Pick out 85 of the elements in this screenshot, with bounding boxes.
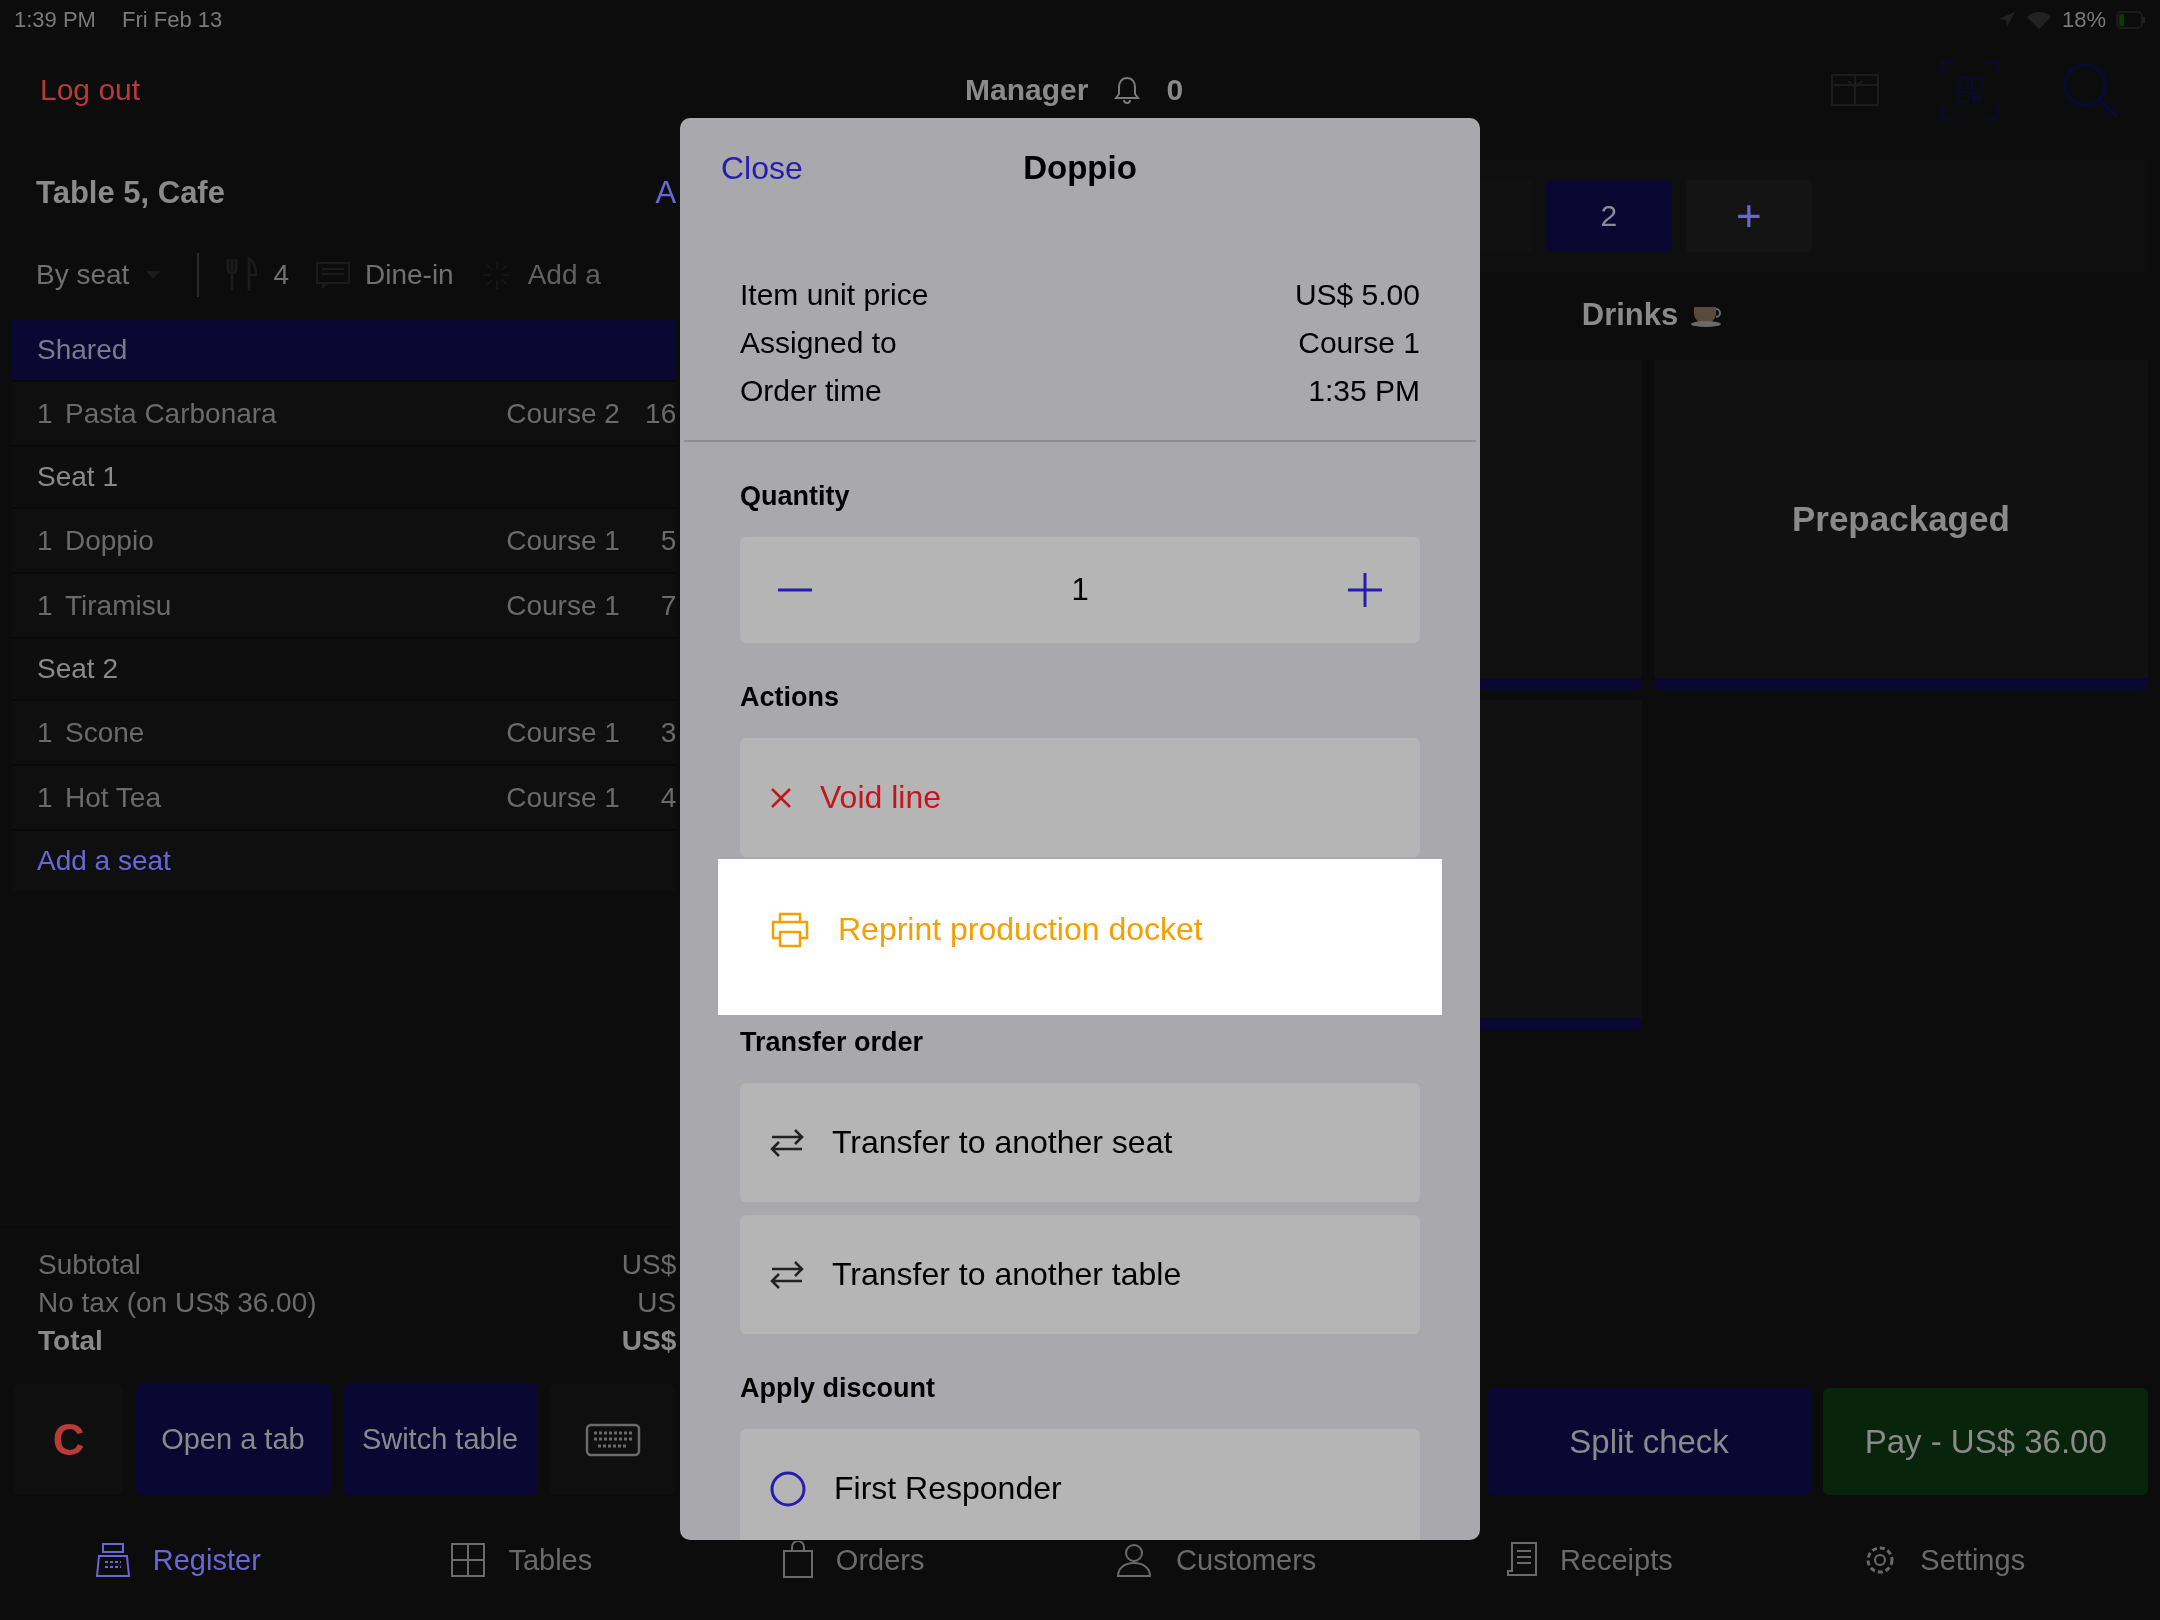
status-date: Fri Feb 13 [121,7,223,33]
detail-label: Item unit price [740,277,929,313]
item-name[interactable]: Pasta Carbonara [65,397,507,430]
action-item[interactable]: Transfer to another seat [740,1083,1420,1202]
total-value: US [637,1286,677,1320]
section-title: Actions [740,682,840,712]
dialog-title: Doppio [1023,149,1137,187]
notification-count: 0 [1166,73,1184,107]
logout-link[interactable]: Log out [40,73,141,107]
tab-bar-item[interactable]: Receipts [1505,1541,1673,1579]
item-course: Course 2 [506,397,621,430]
item-quantity: 1 [37,781,54,814]
item-quantity: 1 [37,397,54,430]
grid-icon [450,1542,487,1578]
add-option[interactable]: Add a [527,259,601,291]
action-item[interactable]: Transfer to another table [740,1215,1420,1334]
seat-header[interactable]: Shared [12,320,677,382]
item-course: Course 1 [506,781,621,814]
tab-bar-item[interactable]: Orders [781,1541,925,1579]
seat-tab[interactable]: 2 [1545,180,1672,252]
order-button[interactable]: Open a tab [135,1384,331,1495]
tab-bar-item[interactable]: Tables [450,1542,593,1578]
item-name[interactable]: Scone [65,716,507,749]
dining-option[interactable]: Dine-in [364,259,454,291]
item-price: 16 [644,397,677,430]
keyboard-icon [584,1422,641,1457]
receipt-icon [1505,1541,1538,1579]
add-seat-tab[interactable]: + [1685,180,1812,252]
item-quantity: 1 [37,716,54,749]
guest-count[interactable]: 4 [273,259,289,291]
checkout-button[interactable]: Split check [1486,1388,1812,1495]
checkout-button[interactable]: Pay - US$ 36.00 [1823,1388,2148,1495]
detail-label: Order time [740,373,882,409]
item-price: 5 [659,524,677,557]
status-time: 1:39 PM [14,7,96,33]
battery-icon [2116,11,2146,29]
swap-arrows-icon [770,1259,804,1290]
section-title: Quantity [740,481,851,511]
total-label: Subtotal [38,1248,141,1282]
menu-tile[interactable]: Prepackaged [1653,360,2148,690]
detail-label: Assigned to [740,325,897,361]
printer-icon [770,911,810,948]
item-price: 7 [659,589,677,622]
item-quantity: 1 [37,524,54,557]
section-title: Apply discount [740,1373,936,1403]
action-item[interactable]: First Responder [740,1429,1420,1540]
item-name[interactable]: Tiramisu [65,589,507,622]
item-course: Course 1 [506,524,621,557]
item-course: Course 1 [506,716,621,749]
quantity-value: 1 [1071,572,1089,608]
swap-arrows-icon [770,1127,804,1158]
quantity-stepper[interactable]: 1 [740,537,1420,643]
action-item[interactable]: Void line [740,738,1420,857]
detail-value: US$ 5.00 [1294,277,1420,313]
section-title: Transfer order [740,1027,925,1057]
cash-register-icon [94,1542,131,1578]
category-title: Drinks [1581,297,1679,333]
bag-icon [781,1541,814,1579]
item-name[interactable]: Hot Tea [65,781,507,814]
radio-button[interactable] [770,1470,806,1507]
total-value: US$ [621,1324,677,1358]
close-button[interactable]: Close [721,149,803,187]
title-link[interactable]: A [655,174,677,211]
order-title: Table 5, Cafe [36,174,225,211]
item-course: Course 1 [506,589,621,622]
total-label: Total [38,1324,103,1358]
detail-value: Course 1 [1298,325,1420,361]
bell-icon[interactable] [1114,76,1141,104]
tab-bar-item[interactable]: Register [94,1542,261,1578]
item-quantity: 1 [37,589,54,622]
close-icon [770,786,792,809]
view-mode-dropdown[interactable]: By seat [36,259,172,291]
total-label: No tax (on US$ 36.00) [38,1286,317,1320]
item-price: 4 [659,781,677,814]
plus-icon[interactable] [1348,573,1382,607]
add-seat-link[interactable]: Add a seat [37,845,171,877]
total-value: US$ [621,1248,677,1282]
tab-bar-item[interactable]: Customers [1114,1542,1317,1578]
item-name[interactable]: Doppio [65,524,507,557]
tab-bar-item[interactable]: Settings [1862,1542,2026,1578]
battery-level: 18% [2061,7,2106,33]
item-price: 3 [659,716,677,749]
order-button[interactable]: Switch table [342,1384,538,1495]
detail-value: 1:35 PM [1308,373,1420,409]
user-name: Manager [965,73,1089,107]
